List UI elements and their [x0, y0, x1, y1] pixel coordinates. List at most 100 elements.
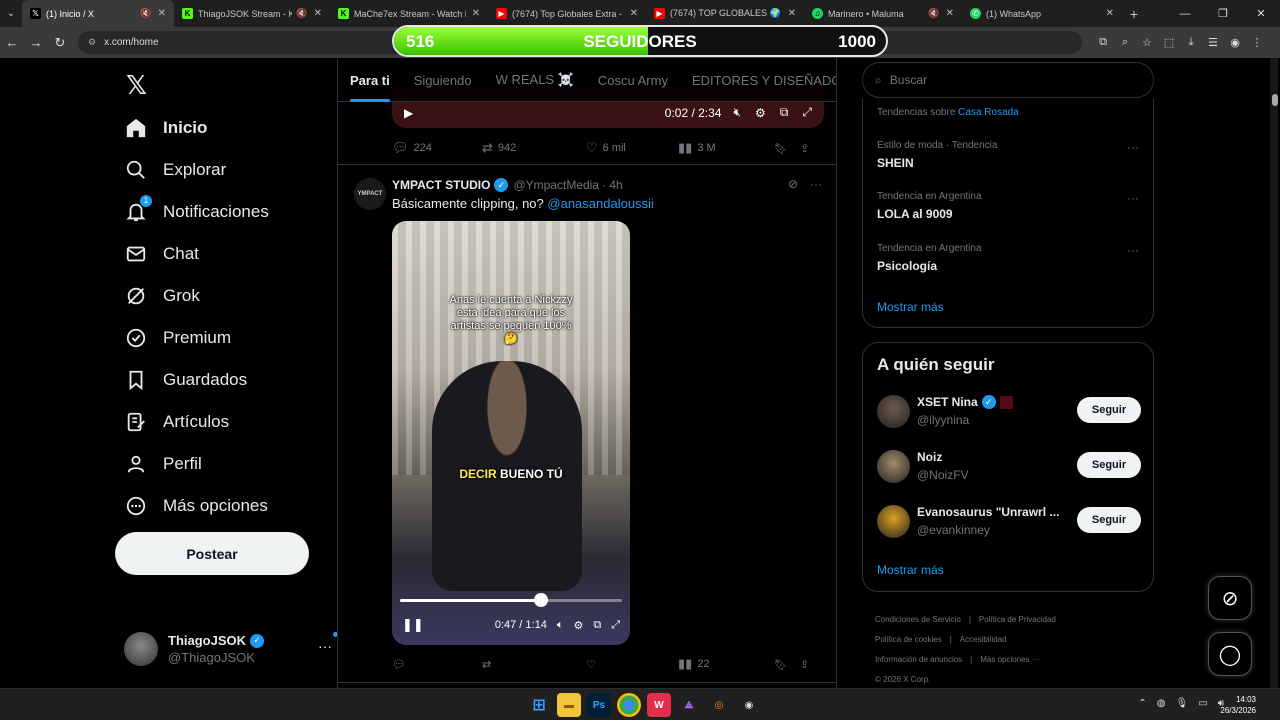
- chevron-up-icon[interactable]: ⌃: [1138, 698, 1146, 709]
- scrollbar-thumb[interactable]: [1272, 94, 1278, 106]
- muted-icon[interactable]: 🔇︎: [733, 105, 741, 120]
- speaker-muted-icon[interactable]: 🔇: [928, 8, 939, 19]
- close-icon[interactable]: ✕: [946, 8, 954, 19]
- tab-para-ti[interactable]: Para ti: [338, 58, 402, 102]
- tab-x-inicio[interactable]: 𝕏 (1) Inicio / X 🔇 ✕: [22, 0, 174, 27]
- share-icon[interactable]: ⇪: [800, 142, 809, 155]
- footer-link[interactable]: Accesibilidad: [960, 635, 1007, 644]
- search-input[interactable]: ⌕ Buscar: [862, 62, 1154, 98]
- reply-button[interactable]: 💬︎ 224: [392, 140, 482, 156]
- nav-guardados[interactable]: Guardados: [124, 360, 247, 400]
- close-icon[interactable]: ✕: [1106, 8, 1114, 19]
- views-button[interactable]: ▮▮ 3 M: [678, 140, 774, 156]
- tweet-time[interactable]: · 4h: [602, 178, 623, 192]
- restore-icon[interactable]: ❐: [1204, 7, 1242, 20]
- tab-siguiendo[interactable]: Siguiendo: [402, 58, 484, 102]
- volume-icon[interactable]: 🔈︎: [557, 619, 564, 632]
- close-icon[interactable]: ✕: [314, 8, 322, 19]
- tab-coscu-army[interactable]: Coscu Army: [586, 58, 680, 102]
- network-icon[interactable]: ◍: [1157, 698, 1166, 709]
- zoom-icon[interactable]: ⌕: [1114, 36, 1136, 49]
- more-icon[interactable]: ···: [1127, 243, 1139, 257]
- nav-inicio[interactable]: Inicio: [124, 108, 207, 148]
- follow-suggestion[interactable]: Evanosaurus "Unrawrl ... @evankinney Seg…: [877, 503, 1141, 543]
- trend-item[interactable]: Tendencia en Argentina Psicología ···: [877, 243, 1139, 273]
- close-icon[interactable]: ✕: [630, 8, 638, 19]
- pause-icon[interactable]: ❚❚: [402, 617, 424, 633]
- more-icon[interactable]: ···: [810, 177, 822, 191]
- photoshop-icon[interactable]: Ps: [587, 693, 611, 717]
- author-name[interactable]: YMPACT STUDIO: [392, 178, 490, 192]
- account-switcher[interactable]: ThiagoJSOK ✓ @ThiagoJSOK ···: [124, 632, 338, 666]
- follow-suggestion[interactable]: XSET Nina ✓ @ilyynina Seguir: [877, 393, 1141, 433]
- page-scrollbar[interactable]: [1270, 58, 1278, 688]
- display-icon[interactable]: ▭: [1198, 698, 1207, 709]
- capcut-icon[interactable]: ⟁: [677, 693, 701, 717]
- windows-start-icon[interactable]: ⊞: [527, 693, 551, 717]
- close-window-icon[interactable]: ✕: [1242, 7, 1280, 20]
- new-tab-button[interactable]: +: [1122, 6, 1146, 22]
- fullscreen-icon[interactable]: ⤢: [611, 619, 620, 632]
- popout-icon[interactable]: ⧉: [780, 105, 789, 120]
- close-icon[interactable]: ✕: [472, 8, 480, 19]
- video-progress-bar[interactable]: [400, 593, 622, 607]
- repost-button[interactable]: ⇄ 942: [482, 140, 586, 156]
- grok-icon[interactable]: ⊘: [788, 177, 798, 191]
- show-more-suggestions-link[interactable]: Mostrar más: [877, 563, 944, 577]
- extensions-icon[interactable]: ⬚: [1158, 36, 1180, 49]
- footer-link[interactable]: Política de Privacidad: [979, 615, 1056, 624]
- forward-icon[interactable]: →: [24, 35, 48, 50]
- more-icon[interactable]: ···: [1127, 140, 1139, 154]
- obs-icon[interactable]: ◉: [737, 693, 761, 717]
- menu-icon[interactable]: ⋮: [1246, 36, 1268, 49]
- speaker-muted-icon[interactable]: 🔇: [296, 8, 307, 19]
- cast-icon[interactable]: ⧉: [1092, 36, 1114, 49]
- nav-chat[interactable]: Chat: [124, 234, 199, 274]
- download-icon[interactable]: ⤓: [1180, 36, 1202, 49]
- share-icon[interactable]: ⇪: [800, 658, 809, 671]
- reload-icon[interactable]: ↻: [48, 35, 72, 51]
- footer-link[interactable]: Política de cookies: [875, 635, 942, 644]
- author-handle[interactable]: @YmpactMedia: [513, 178, 599, 192]
- footer-link[interactable]: Más opciones ···: [980, 655, 1040, 664]
- more-icon[interactable]: ···: [318, 638, 332, 654]
- tab-search-icon[interactable]: ⌄: [0, 0, 22, 27]
- site-info-icon[interactable]: ⚙: [88, 37, 96, 48]
- follow-button[interactable]: Seguir: [1077, 397, 1141, 423]
- speaker-muted-icon[interactable]: 🔇: [140, 8, 151, 19]
- heart-icon[interactable]: ♡: [586, 658, 678, 671]
- file-explorer-icon[interactable]: ▬: [557, 693, 581, 717]
- reading-list-icon[interactable]: ☰: [1202, 36, 1224, 49]
- settings-icon[interactable]: ⚙: [573, 619, 583, 632]
- microphone-icon[interactable]: 🎙︎: [1176, 698, 1189, 709]
- popout-icon[interactable]: ⧉: [593, 619, 601, 632]
- trend-item[interactable]: Tendencia en Argentina LOLA al 9009 ···: [877, 191, 1139, 221]
- tab-editores[interactable]: EDITORES Y DISEÑADOR: [680, 58, 836, 102]
- avatar[interactable]: YMPACT: [354, 178, 386, 210]
- taskbar-clock[interactable]: 14:03 26/3/2026: [1220, 694, 1256, 716]
- tab-w-reals[interactable]: W REALS ☠️: [484, 58, 586, 102]
- nav-mas-opciones[interactable]: Más opciones: [124, 486, 268, 526]
- back-icon[interactable]: ←: [0, 35, 24, 50]
- play-icon[interactable]: ▶: [404, 106, 413, 120]
- tab-youtube-1[interactable]: ▶ (7674) Top Globales Extra - You ✕: [488, 0, 646, 27]
- close-icon[interactable]: ✕: [788, 8, 796, 19]
- blender-icon[interactable]: ◎: [707, 693, 731, 717]
- repost-icon[interactable]: ⇄: [482, 658, 586, 671]
- show-more-trends-link[interactable]: Mostrar más: [877, 300, 944, 314]
- tab-whatsapp[interactable]: ✆ (1) WhatsApp ✕: [962, 0, 1122, 27]
- like-button[interactable]: ♡ 6 mil: [586, 140, 678, 156]
- more-icon[interactable]: ···: [1127, 191, 1139, 205]
- messages-floating-button[interactable]: ◯: [1208, 632, 1252, 676]
- post-button[interactable]: Postear: [115, 532, 309, 575]
- views-button[interactable]: ▮▮ 22: [678, 656, 774, 672]
- nav-premium[interactable]: Premium: [124, 318, 231, 358]
- grok-floating-button[interactable]: ⊘: [1208, 576, 1252, 620]
- x-logo-icon[interactable]: 𝕏: [126, 70, 147, 101]
- minimize-icon[interactable]: —: [1166, 8, 1204, 20]
- avatar[interactable]: [877, 505, 910, 538]
- nav-perfil[interactable]: Perfil: [124, 444, 202, 484]
- bookmark-icon[interactable]: 🔖︎: [774, 142, 800, 155]
- avatar[interactable]: [877, 395, 910, 428]
- nav-explorar[interactable]: Explorar: [124, 150, 226, 190]
